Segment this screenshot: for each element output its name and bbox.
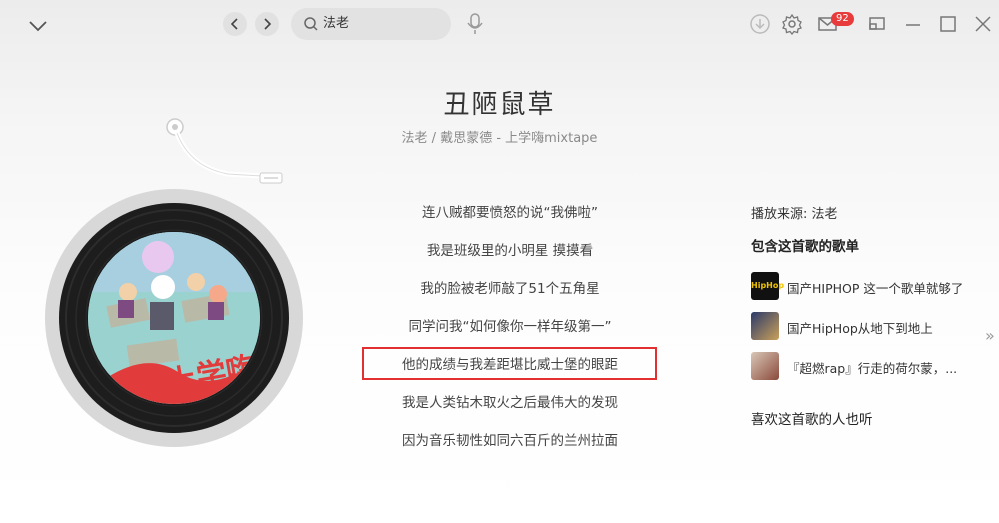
search-query: 法老 bbox=[323, 16, 350, 31]
playlist-item[interactable]: 『超燃rap』行走的荷尔蒙，... bbox=[751, 352, 991, 382]
lyrics-panel: 连八贼都要愤怒的说“我佛啦” 我是班级里的小明星 摸摸看 我的脸被老师敲了51个… bbox=[360, 202, 660, 468]
settings-gear-icon[interactable] bbox=[781, 13, 803, 36]
play-source[interactable]: 播放来源: 法老 bbox=[751, 203, 838, 222]
close-icon[interactable] bbox=[972, 13, 994, 35]
chevron-right-icon bbox=[264, 18, 272, 30]
song-title: 丑陋鼠草 bbox=[443, 90, 556, 120]
also-listen-heading: 喜欢这首歌的人也听 bbox=[751, 412, 873, 428]
playlist-thumbnail bbox=[751, 312, 779, 340]
tonearm-icon bbox=[160, 112, 300, 192]
search-input[interactable]: 法老 bbox=[291, 8, 451, 40]
download-icon[interactable] bbox=[749, 13, 771, 35]
expand-sidebar-icon[interactable]: » bbox=[985, 326, 995, 345]
playlist-thumbnail bbox=[751, 352, 779, 380]
lyric-line: 因为音乐韧性如同六百斤的兰州拉面 bbox=[402, 433, 618, 449]
mail-count-badge: 92 bbox=[831, 12, 854, 26]
playlist-item[interactable]: 国产HipHop从地下到地上 bbox=[751, 312, 991, 342]
collapse-player-icon[interactable] bbox=[26, 14, 50, 38]
playlist-title: 『超燃rap』行走的荷尔蒙，... bbox=[787, 361, 958, 376]
playlist-title: 国产HipHop从地下到地上 bbox=[787, 321, 933, 336]
lyric-line: 我是班级里的小明星 摸摸看 bbox=[426, 243, 594, 259]
highlighted-lyric-box bbox=[362, 347, 657, 380]
playlist-item[interactable]: HipHop 国产HIPHOP 这一个歌单就够了 bbox=[751, 272, 991, 302]
search-icon bbox=[304, 17, 318, 31]
playlist-title: 国产HIPHOP 这一个歌单就够了 bbox=[787, 281, 964, 296]
playlists-heading: 包含这首歌的歌单 bbox=[751, 239, 859, 255]
mini-mode-icon[interactable] bbox=[866, 13, 888, 35]
microphone-icon[interactable] bbox=[466, 12, 484, 36]
chevron-left-icon bbox=[230, 18, 238, 30]
album-cover: 上学嗨 bbox=[88, 232, 260, 404]
song-artist-album[interactable]: 法老 / 戴思蒙德 - 上学嗨mixtape bbox=[0, 127, 999, 146]
playlist-thumbnail: HipHop bbox=[751, 272, 784, 300]
lyric-line: 我的脸被老师敲了51个五角星 bbox=[420, 281, 600, 297]
lyric-line: 我是人类钻木取火之后最伟大的发现 bbox=[402, 395, 618, 411]
back-button[interactable] bbox=[223, 12, 247, 36]
maximize-icon[interactable] bbox=[937, 13, 959, 35]
forward-button[interactable] bbox=[255, 12, 279, 36]
minimize-icon[interactable] bbox=[902, 13, 924, 35]
lyric-line: 连八贼都要愤怒的说“我佛啦” bbox=[422, 205, 598, 221]
